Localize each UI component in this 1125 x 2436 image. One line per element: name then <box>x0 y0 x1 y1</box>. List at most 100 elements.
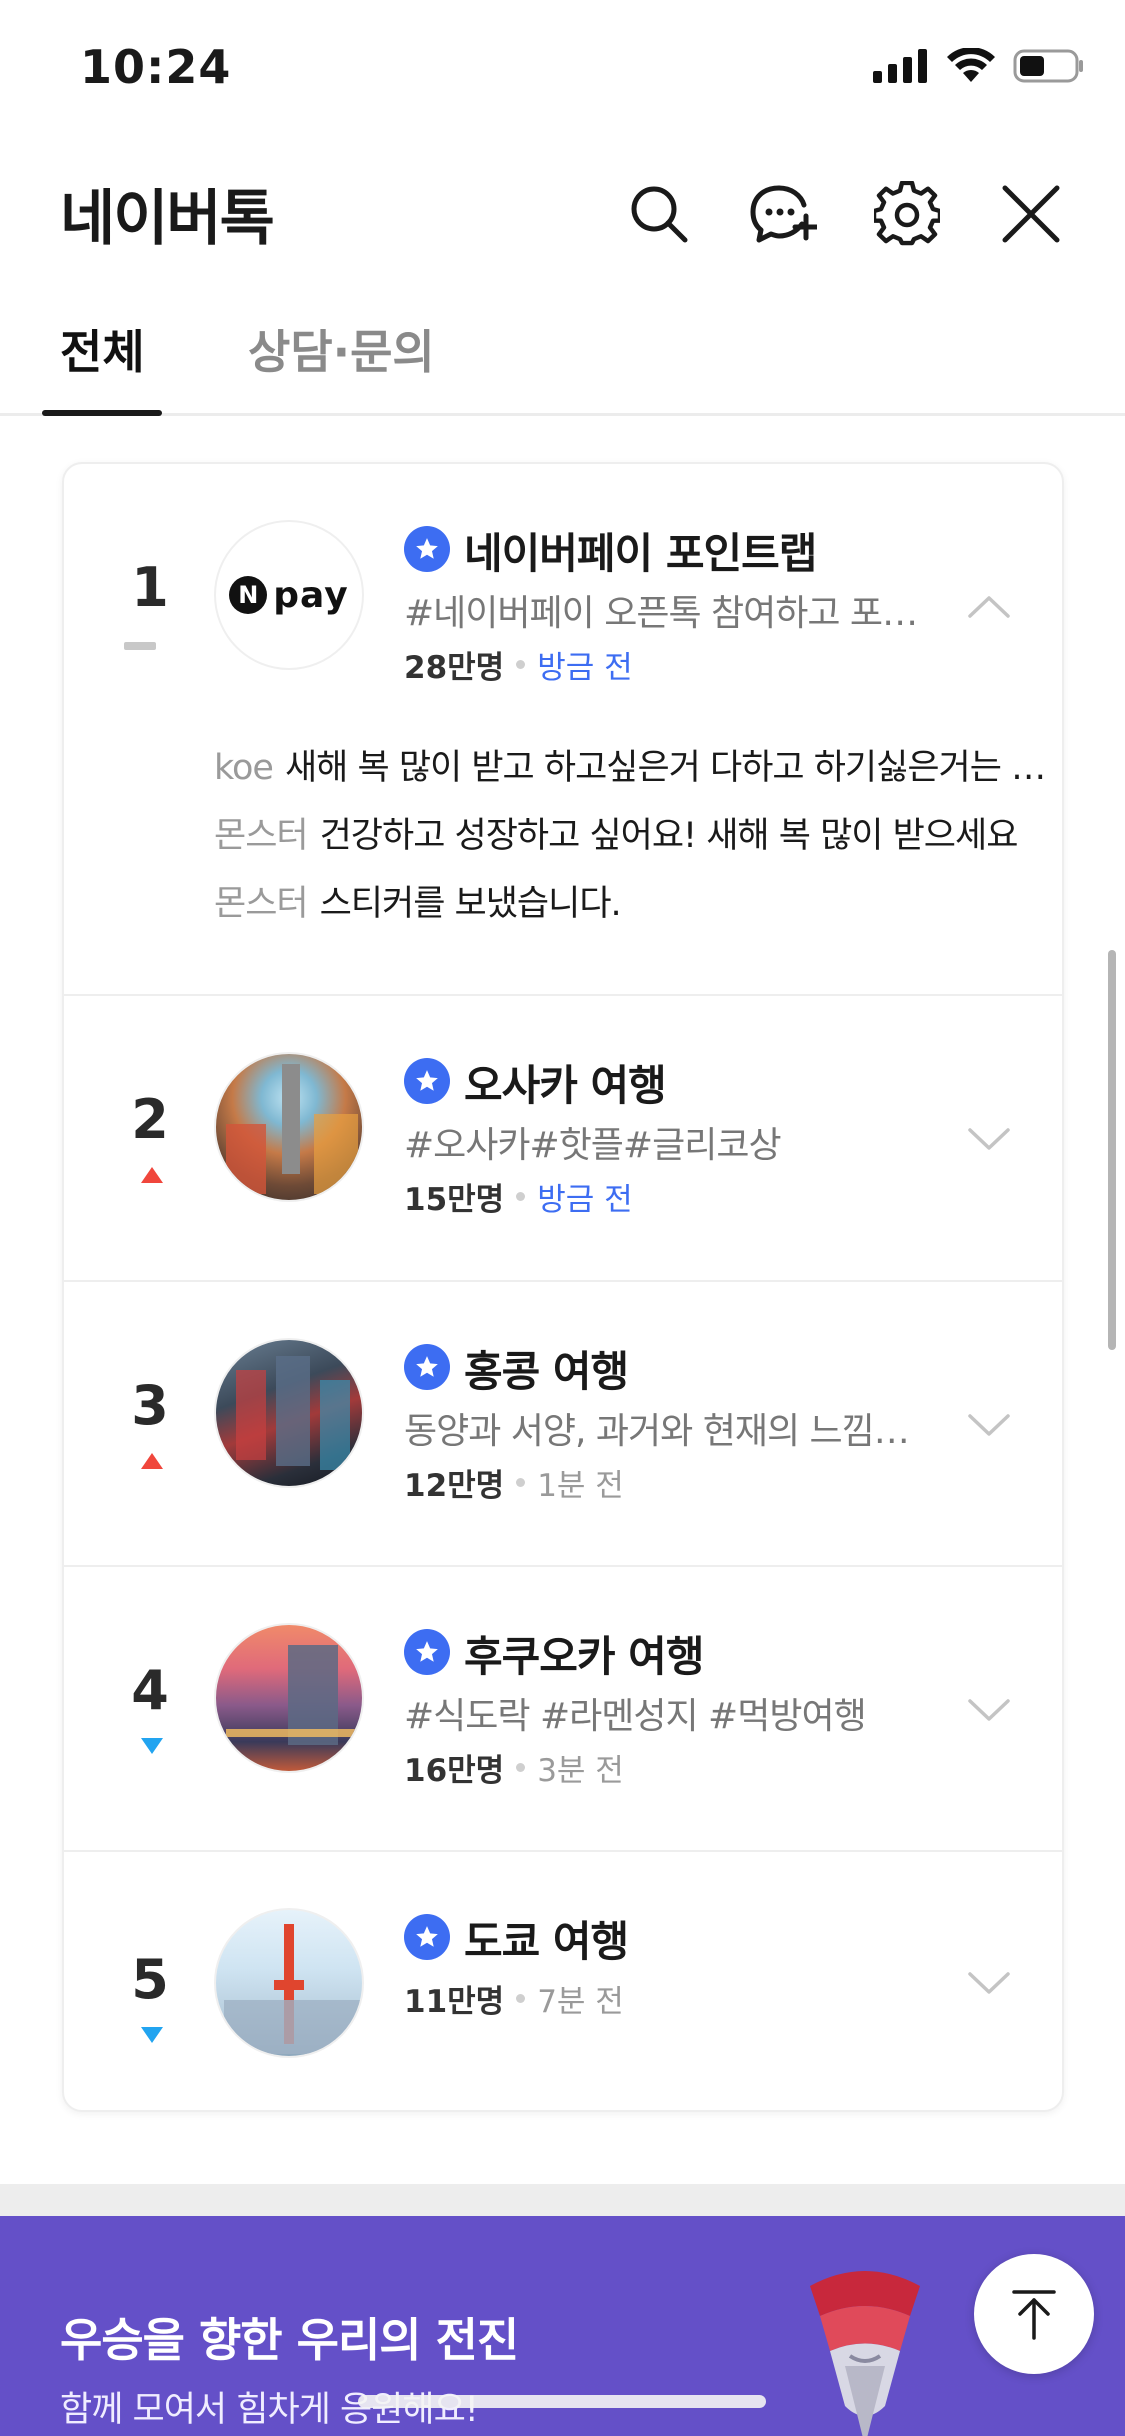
rank-down-icon <box>141 2027 163 2043</box>
building-shape <box>236 1370 266 1460</box>
member-count: 28만명 <box>404 650 505 686</box>
member-count: 15만명 <box>404 1182 505 1218</box>
message-text: 건강하고 성장하고 싶어요! 새해 복 많이 받으세요 <box>319 816 1019 856</box>
message-text: 스티커를 보냈습니다. <box>319 884 622 924</box>
chevron-down-icon[interactable] <box>964 1114 1014 1164</box>
star-icon <box>416 538 438 559</box>
tab-consult[interactable]: 상담·문의 <box>248 316 435 382</box>
meta-separator <box>516 660 526 669</box>
room-row[interactable]: 1 N pay 네이버페이 포인트랩 #네이버페이 오픈톡 참여하고 포인트 받… <box>64 464 1062 996</box>
meta-separator <box>516 1994 526 2003</box>
building-shape <box>226 1124 266 1194</box>
rank-number: 2 <box>131 1088 169 1151</box>
settings-button[interactable] <box>873 180 941 248</box>
rank-number: 3 <box>131 1374 169 1437</box>
room-meta: 11만명 7분 전 <box>404 1976 624 2021</box>
member-count: 16만명 <box>404 1753 505 1789</box>
signal-icon <box>873 49 927 83</box>
tab-all[interactable]: 전체 <box>60 316 145 382</box>
npay-logo-mark: N <box>229 576 268 614</box>
battery-icon <box>1013 49 1083 83</box>
room-avatar-photo <box>214 1908 364 2058</box>
arrow-up-icon <box>1012 2290 1056 2340</box>
chevron-down-icon[interactable] <box>964 1400 1014 1450</box>
building-shape <box>314 1114 358 1194</box>
room-meta: 28만명 방금 전 <box>404 642 633 687</box>
meta-separator <box>516 1192 526 1201</box>
member-count: 11만명 <box>404 1984 505 2020</box>
room-row[interactable]: 4 후쿠오카 여행 #식도락 #라멘성지 #먹방여행 16만명 3분 전 <box>64 1567 1062 1852</box>
meta-separator <box>516 1478 526 1487</box>
building-shape <box>320 1380 350 1470</box>
cityscape-shape <box>224 2000 360 2054</box>
home-indicator <box>358 2395 766 2408</box>
message-preview[interactable]: 몬스터 건강하고 성장하고 싶어요! 새해 복 많이 받으세요 <box>214 802 1054 870</box>
building-shape <box>276 1356 310 1466</box>
banner-title: 우승을 향한 우리의 전진 <box>60 2313 519 2367</box>
updated-time: 3분 전 <box>537 1753 624 1789</box>
room-description: #식도락 #라멘성지 #먹방여행 <box>404 1696 867 1737</box>
star-icon <box>416 1070 438 1091</box>
room-meta: 16만명 3분 전 <box>404 1745 624 1790</box>
room-meta: 15만명 방금 전 <box>404 1174 633 1219</box>
status-icons <box>873 48 1085 84</box>
official-star-badge <box>404 1344 450 1390</box>
rank-number: 5 <box>131 1948 169 2011</box>
search-button[interactable] <box>625 180 693 248</box>
rank-up-icon <box>141 1167 163 1183</box>
room-row[interactable]: 5 도쿄 여행 11만명 7분 전 <box>64 1852 1062 2110</box>
new-chat-button[interactable] <box>749 180 817 248</box>
status-time: 10:24 <box>80 40 232 94</box>
rank-same-indicator <box>124 642 156 650</box>
scrollbar[interactable] <box>1108 950 1116 1350</box>
room-title: 네이버페이 포인트랩 <box>464 529 817 578</box>
member-count: 12만명 <box>404 1468 505 1504</box>
chat-add-icon <box>750 185 817 243</box>
room-title: 후쿠오카 여행 <box>464 1632 704 1681</box>
npay-logo: N pay <box>229 575 348 616</box>
message-preview[interactable]: koe새해 복 많이 받고 하고싶은거 다하고 하기싫은거는 안하는 한해 되세… <box>214 734 1054 802</box>
page-title: 네이버톡 <box>60 184 275 254</box>
meta-separator <box>516 1763 526 1772</box>
chevron-down-icon[interactable] <box>964 1958 1014 2008</box>
npay-logo-text: pay <box>273 574 349 616</box>
search-icon <box>631 186 688 243</box>
close-button[interactable] <box>997 180 1065 248</box>
team-emblem-icon <box>810 2271 920 2436</box>
room-title: 오사카 여행 <box>464 1061 667 1110</box>
rank-number: 1 <box>131 556 169 619</box>
scroll-to-top-button[interactable] <box>974 2254 1094 2374</box>
room-row[interactable]: 3 홍콩 여행 동양과 서양, 과거와 현재의 느낌이 공존하는 곳 12만명 … <box>64 1282 1062 1567</box>
wifi-icon <box>947 48 995 82</box>
star-icon <box>416 1356 438 1377</box>
active-tab-indicator <box>42 410 162 416</box>
room-row[interactable]: 2 오사카 여행 #오사카#핫플#글리코상 15만명 방금 전 <box>64 996 1062 1282</box>
tab-bar: 전체 상담·문의 <box>0 300 1125 416</box>
status-bar: 10:24 <box>0 0 1125 140</box>
star-icon <box>416 1926 438 1947</box>
chevron-up-icon[interactable] <box>964 582 1014 632</box>
updated-time: 1분 전 <box>537 1468 624 1504</box>
room-avatar-photo <box>214 1338 364 1488</box>
message-preview[interactable]: 몬스터 스티커를 보냈습니다. <box>214 870 1054 938</box>
official-star-badge <box>404 526 450 572</box>
updated-time: 7분 전 <box>537 1984 624 2020</box>
message-text: 새해 복 많이 받고 하고싶은거 다하고 하기싫은거는 안하는 한해 되세요 <box>284 748 1054 788</box>
official-star-badge <box>404 1629 450 1675</box>
header-actions <box>625 180 1065 248</box>
room-avatar: N pay <box>214 520 364 670</box>
chevron-down-icon[interactable] <box>964 1685 1014 1735</box>
river-reflection <box>226 1729 356 1737</box>
close-icon <box>1002 185 1060 243</box>
room-avatar-photo <box>214 1052 364 1202</box>
room-description: #네이버페이 오픈톡 참여하고 포인트 받기 <box>404 593 924 634</box>
tower-deck <box>274 1980 304 1990</box>
star-icon <box>416 1641 438 1662</box>
room-description: 동양과 서양, 과거와 현재의 느낌이 공존하는 곳 <box>404 1411 924 1452</box>
rank-number: 4 <box>131 1659 169 1722</box>
message-author: 몬스터 <box>214 816 309 856</box>
room-title: 홍콩 여행 <box>464 1347 629 1396</box>
recent-messages: koe새해 복 많이 받고 하고싶은거 다하고 하기싫은거는 안하는 한해 되세… <box>214 734 1054 938</box>
message-author: koe <box>214 748 274 788</box>
tower-shape <box>282 1064 300 1174</box>
